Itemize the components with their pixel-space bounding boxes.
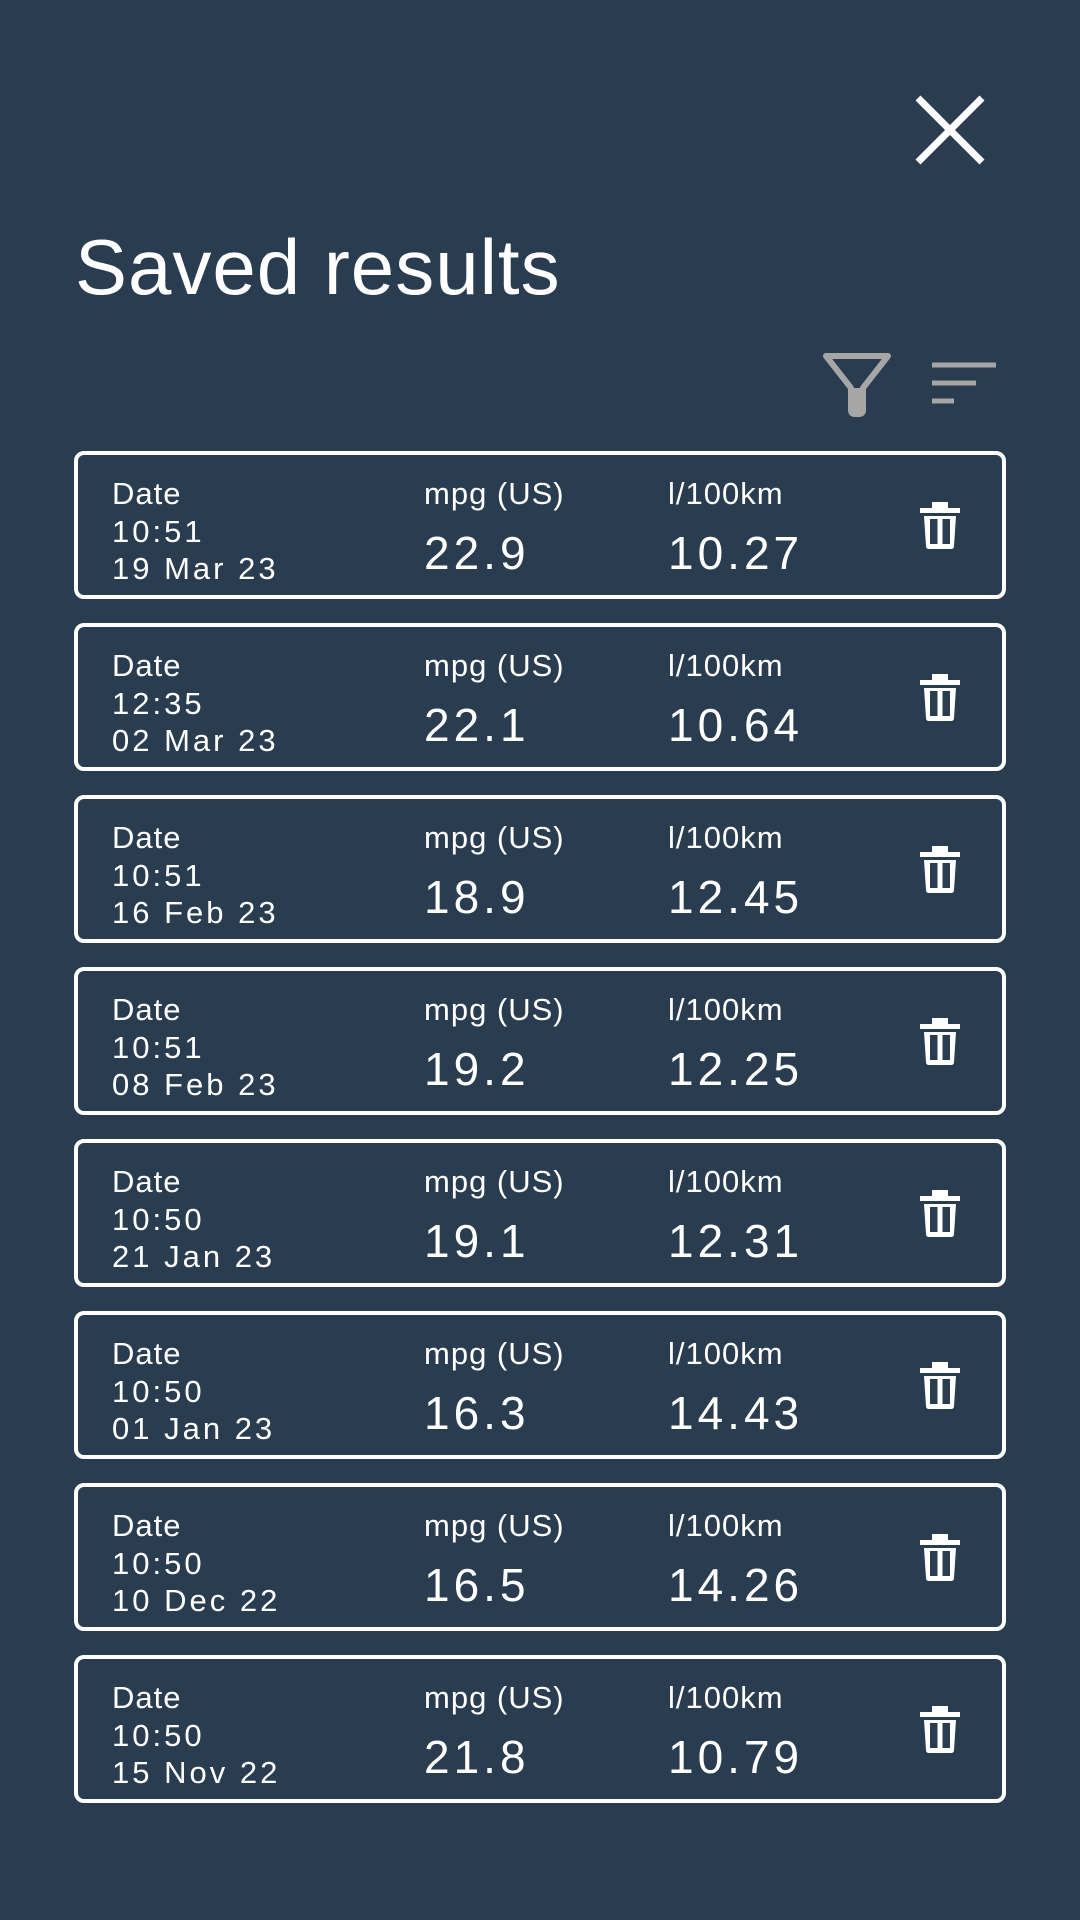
- sort-button[interactable]: [924, 350, 1004, 420]
- result-date: 16 Feb 23: [112, 895, 279, 930]
- delete-result-button[interactable]: [915, 500, 965, 550]
- result-date: 19 Mar 23: [112, 551, 279, 586]
- page-title: Saved results: [75, 223, 561, 311]
- mpg-value: 19.2: [424, 1043, 530, 1095]
- trash-icon: [920, 1362, 960, 1409]
- delete-result-button[interactable]: [915, 1016, 965, 1066]
- result-time: 10:50: [112, 1546, 205, 1581]
- filter-button[interactable]: [817, 350, 897, 420]
- delete-result-button[interactable]: [915, 1704, 965, 1754]
- l-per-100km-value: 12.31: [668, 1215, 804, 1267]
- date-label: Date: [112, 992, 182, 1027]
- l-per-100km-value: 12.25: [668, 1043, 804, 1095]
- result-date: 15 Nov 22: [112, 1755, 281, 1790]
- result-card: Date 12:35 02 Mar 23 mpg (US) 22.1 l/100…: [74, 623, 1006, 771]
- l-per-100km-label: l/100km: [668, 1680, 784, 1715]
- result-card: Date 10:50 10 Dec 22 mpg (US) 16.5 l/100…: [74, 1483, 1006, 1631]
- mpg-value: 16.5: [424, 1559, 530, 1611]
- delete-result-button[interactable]: [915, 1532, 965, 1582]
- mpg-label: mpg (US): [424, 1164, 565, 1199]
- result-card: Date 10:50 01 Jan 23 mpg (US) 16.3 l/100…: [74, 1311, 1006, 1459]
- l-per-100km-value: 10.27: [668, 527, 804, 579]
- results-list: Date 10:51 19 Mar 23 mpg (US) 22.9 l/100…: [74, 451, 1006, 1827]
- l-per-100km-label: l/100km: [668, 1336, 784, 1371]
- delete-result-button[interactable]: [915, 844, 965, 894]
- date-label: Date: [112, 820, 182, 855]
- mpg-label: mpg (US): [424, 476, 565, 511]
- l-per-100km-value: 14.26: [668, 1559, 804, 1611]
- result-time: 10:51: [112, 858, 205, 893]
- l-per-100km-value: 12.45: [668, 871, 804, 923]
- result-card: Date 10:51 16 Feb 23 mpg (US) 18.9 l/100…: [74, 795, 1006, 943]
- result-time: 10:50: [112, 1202, 205, 1237]
- result-date: 21 Jan 23: [112, 1239, 276, 1274]
- mpg-label: mpg (US): [424, 992, 565, 1027]
- l-per-100km-label: l/100km: [668, 1508, 784, 1543]
- date-label: Date: [112, 1680, 182, 1715]
- mpg-label: mpg (US): [424, 820, 565, 855]
- mpg-label: mpg (US): [424, 1680, 565, 1715]
- l-per-100km-label: l/100km: [668, 476, 784, 511]
- result-date: 08 Feb 23: [112, 1067, 279, 1102]
- l-per-100km-label: l/100km: [668, 820, 784, 855]
- result-time: 12:35: [112, 686, 205, 721]
- l-per-100km-value: 10.64: [668, 699, 804, 751]
- close-icon: [915, 95, 985, 165]
- result-date: 01 Jan 23: [112, 1411, 276, 1446]
- l-per-100km-value: 10.79: [668, 1731, 804, 1783]
- date-label: Date: [112, 648, 182, 683]
- mpg-label: mpg (US): [424, 1508, 565, 1543]
- close-button[interactable]: [910, 90, 990, 170]
- date-label: Date: [112, 1164, 182, 1199]
- trash-icon: [920, 1190, 960, 1237]
- date-label: Date: [112, 1336, 182, 1371]
- result-date: 10 Dec 22: [112, 1583, 281, 1618]
- result-date: 02 Mar 23: [112, 723, 279, 758]
- mpg-value: 16.3: [424, 1387, 530, 1439]
- l-per-100km-label: l/100km: [668, 648, 784, 683]
- delete-result-button[interactable]: [915, 672, 965, 722]
- result-time: 10:51: [112, 1030, 205, 1065]
- trash-icon: [920, 674, 960, 721]
- mpg-value: 22.1: [424, 699, 530, 751]
- mpg-value: 21.8: [424, 1731, 530, 1783]
- result-card: Date 10:51 19 Mar 23 mpg (US) 22.9 l/100…: [74, 451, 1006, 599]
- result-card: Date 10:50 21 Jan 23 mpg (US) 19.1 l/100…: [74, 1139, 1006, 1287]
- result-card: Date 10:50 15 Nov 22 mpg (US) 21.8 l/100…: [74, 1655, 1006, 1803]
- result-time: 10:50: [112, 1718, 205, 1753]
- mpg-value: 18.9: [424, 871, 530, 923]
- sort-icon: [932, 362, 996, 404]
- result-time: 10:51: [112, 514, 205, 549]
- trash-icon: [920, 1534, 960, 1581]
- trash-icon: [920, 502, 960, 549]
- result-time: 10:50: [112, 1374, 205, 1409]
- date-label: Date: [112, 1508, 182, 1543]
- delete-result-button[interactable]: [915, 1188, 965, 1238]
- mpg-label: mpg (US): [424, 648, 565, 683]
- l-per-100km-label: l/100km: [668, 1164, 784, 1199]
- delete-result-button[interactable]: [915, 1360, 965, 1410]
- trash-icon: [920, 1018, 960, 1065]
- l-per-100km-value: 14.43: [668, 1387, 804, 1439]
- filter-icon: [823, 353, 891, 417]
- date-label: Date: [112, 476, 182, 511]
- mpg-value: 19.1: [424, 1215, 530, 1267]
- trash-icon: [920, 846, 960, 893]
- l-per-100km-label: l/100km: [668, 992, 784, 1027]
- mpg-value: 22.9: [424, 527, 530, 579]
- result-card: Date 10:51 08 Feb 23 mpg (US) 19.2 l/100…: [74, 967, 1006, 1115]
- trash-icon: [920, 1706, 960, 1753]
- mpg-label: mpg (US): [424, 1336, 565, 1371]
